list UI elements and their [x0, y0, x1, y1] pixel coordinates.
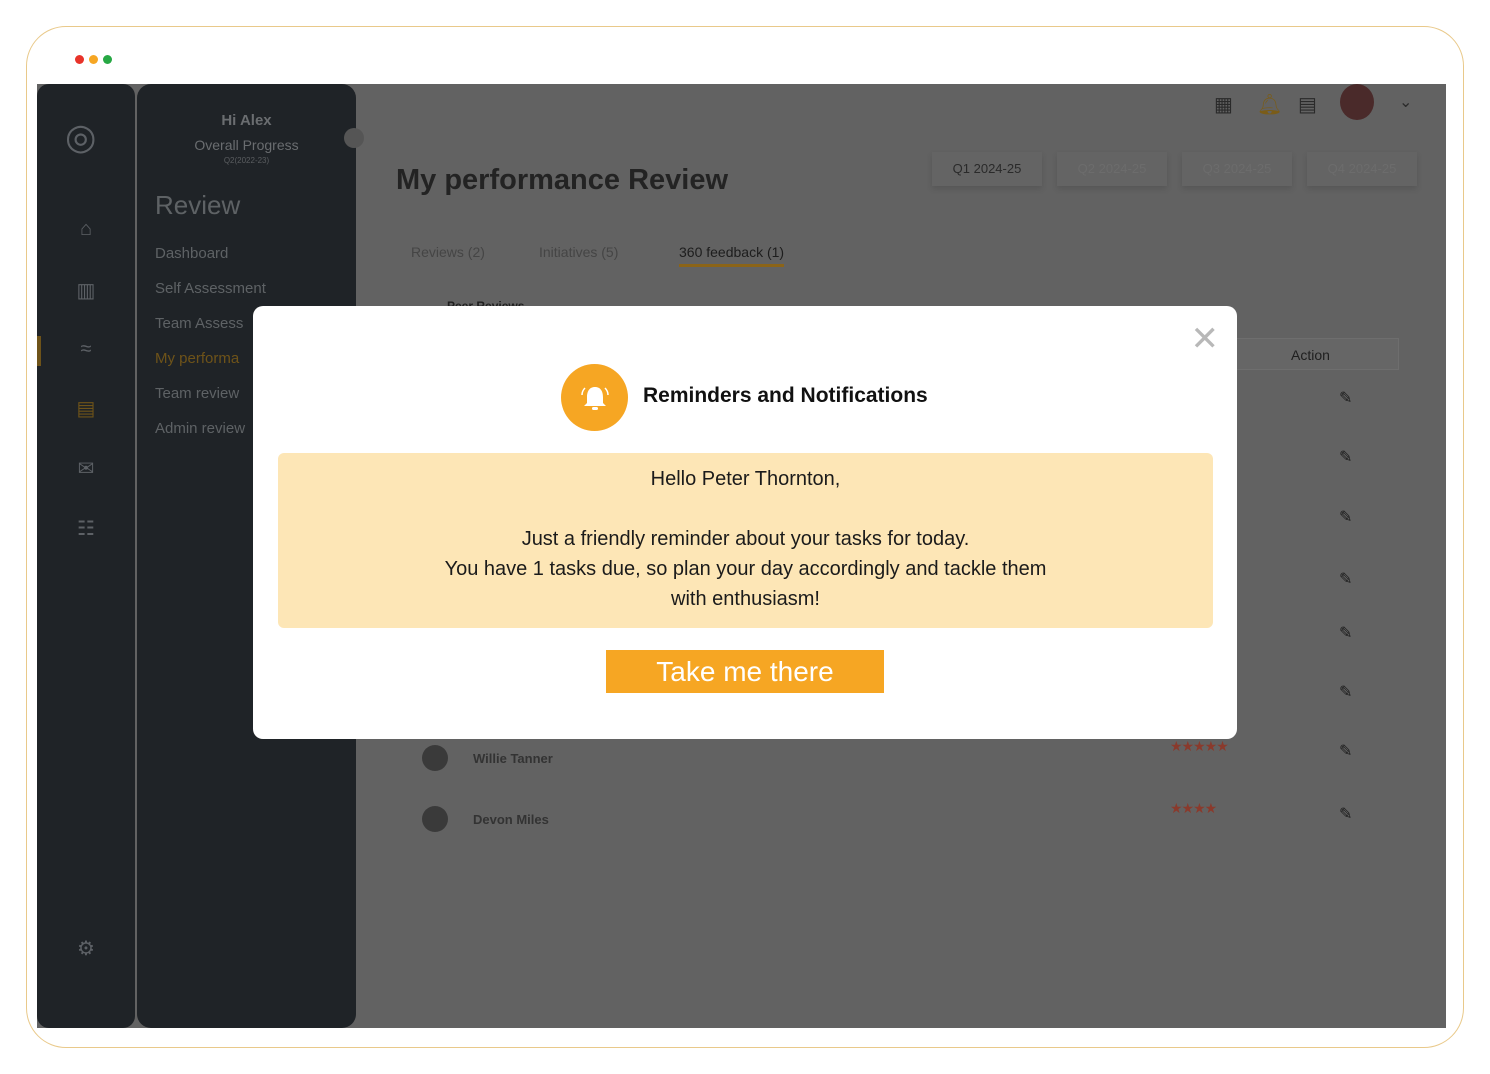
edit-icon[interactable]: ✎ [1339, 569, 1352, 589]
action-column-header: Action [1222, 338, 1399, 370]
maximize-dot[interactable] [103, 55, 112, 64]
edit-icon[interactable]: ✎ [1339, 623, 1352, 643]
sidebar-item-my-performance[interactable]: My performa [155, 350, 239, 367]
quarter-q1[interactable]: Q1 2024-25 [932, 152, 1042, 186]
avatar[interactable] [1340, 84, 1374, 120]
trend-icon[interactable]: ≈ [74, 338, 98, 362]
logo-target-icon: ◎ [65, 116, 97, 157]
message-line: You have 1 tasks due, so plan your day a… [444, 558, 1047, 580]
collapse-toggle[interactable] [344, 128, 364, 148]
settings-icon[interactable]: ⚙ [74, 936, 98, 960]
avatar [422, 745, 448, 771]
reviewer-name: Devon Miles [473, 812, 549, 827]
modal-title: Reminders and Notifications [643, 384, 928, 407]
edit-icon[interactable]: ✎ [1339, 388, 1352, 408]
bar-chart-icon[interactable]: ▥ [74, 278, 98, 302]
calendar-icon[interactable]: ▦ [1214, 92, 1233, 117]
team-icon[interactable]: ☷ [74, 516, 98, 540]
tab-reviews[interactable]: Reviews (2) [411, 244, 485, 260]
section-title: Review [155, 190, 241, 220]
sidebar-item-team-assessment[interactable]: Team Assess [155, 315, 243, 332]
page-title: My performance Review [396, 164, 729, 196]
reviewer-name: Willie Tanner [473, 751, 553, 766]
message-line: Just a friendly reminder about your task… [521, 528, 970, 550]
mail-icon[interactable]: ✉ [74, 456, 98, 480]
sidebar-item-dashboard[interactable]: Dashboard [155, 245, 228, 262]
edit-icon[interactable]: ✎ [1339, 447, 1352, 467]
message-line: with enthusiasm! [671, 588, 820, 610]
reminder-message: Hello Peter Thornton, Just a friendly re… [278, 453, 1213, 628]
chevron-down-icon[interactable]: ⌄ [1399, 92, 1412, 112]
tab-initiatives[interactable]: Initiatives (5) [539, 244, 618, 260]
reminder-modal: ✕ Reminders and Notifications Hello Pete… [253, 306, 1237, 739]
minimize-dot[interactable] [89, 55, 98, 64]
tab-360-feedback[interactable]: 360 feedback (1) [679, 244, 785, 267]
quarter-q3[interactable]: Q3 2024-25 [1182, 152, 1292, 186]
star-rating: ★★★★★ [1170, 738, 1229, 754]
period: Q2(2022-23) [223, 156, 270, 165]
bell-icon[interactable]: 🔔︎ [1257, 92, 1282, 117]
home-icon[interactable]: ⌂ [74, 218, 98, 242]
edit-icon[interactable]: ✎ [1339, 804, 1352, 824]
bell-icon [561, 364, 628, 431]
message-greeting: Hello Peter Thornton, [650, 468, 841, 490]
quarter-q2[interactable]: Q2 2024-25 [1057, 152, 1167, 186]
close-dot[interactable] [75, 55, 84, 64]
close-icon[interactable]: ✕ [1191, 322, 1220, 356]
sidebar-item-self-assessment[interactable]: Self Assessment [155, 280, 266, 297]
edit-icon[interactable]: ✎ [1339, 682, 1352, 702]
edit-icon[interactable]: ✎ [1339, 741, 1352, 761]
greeting: Hi Alex [221, 112, 272, 129]
active-indicator [37, 336, 41, 366]
window-controls [75, 55, 112, 64]
feedback-icon[interactable]: ▤ [74, 396, 98, 420]
sidebar-item-team-review[interactable]: Team review [155, 385, 239, 402]
star-rating: ★★★★ [1170, 800, 1217, 816]
edit-icon[interactable]: ✎ [1339, 507, 1352, 527]
sidebar-item-admin-review[interactable]: Admin review [155, 420, 245, 437]
quarter-q4[interactable]: Q4 2024-25 [1307, 152, 1417, 186]
chat-icon[interactable]: ▤ [1298, 92, 1317, 117]
take-me-there-button[interactable]: Take me there [606, 650, 884, 693]
progress-label: Overall Progress [194, 137, 299, 153]
icon-rail: ◎ ⌂ ▥ ≈ ▤ ✉ ☷ ⚙ [37, 84, 135, 1028]
avatar [422, 806, 448, 832]
